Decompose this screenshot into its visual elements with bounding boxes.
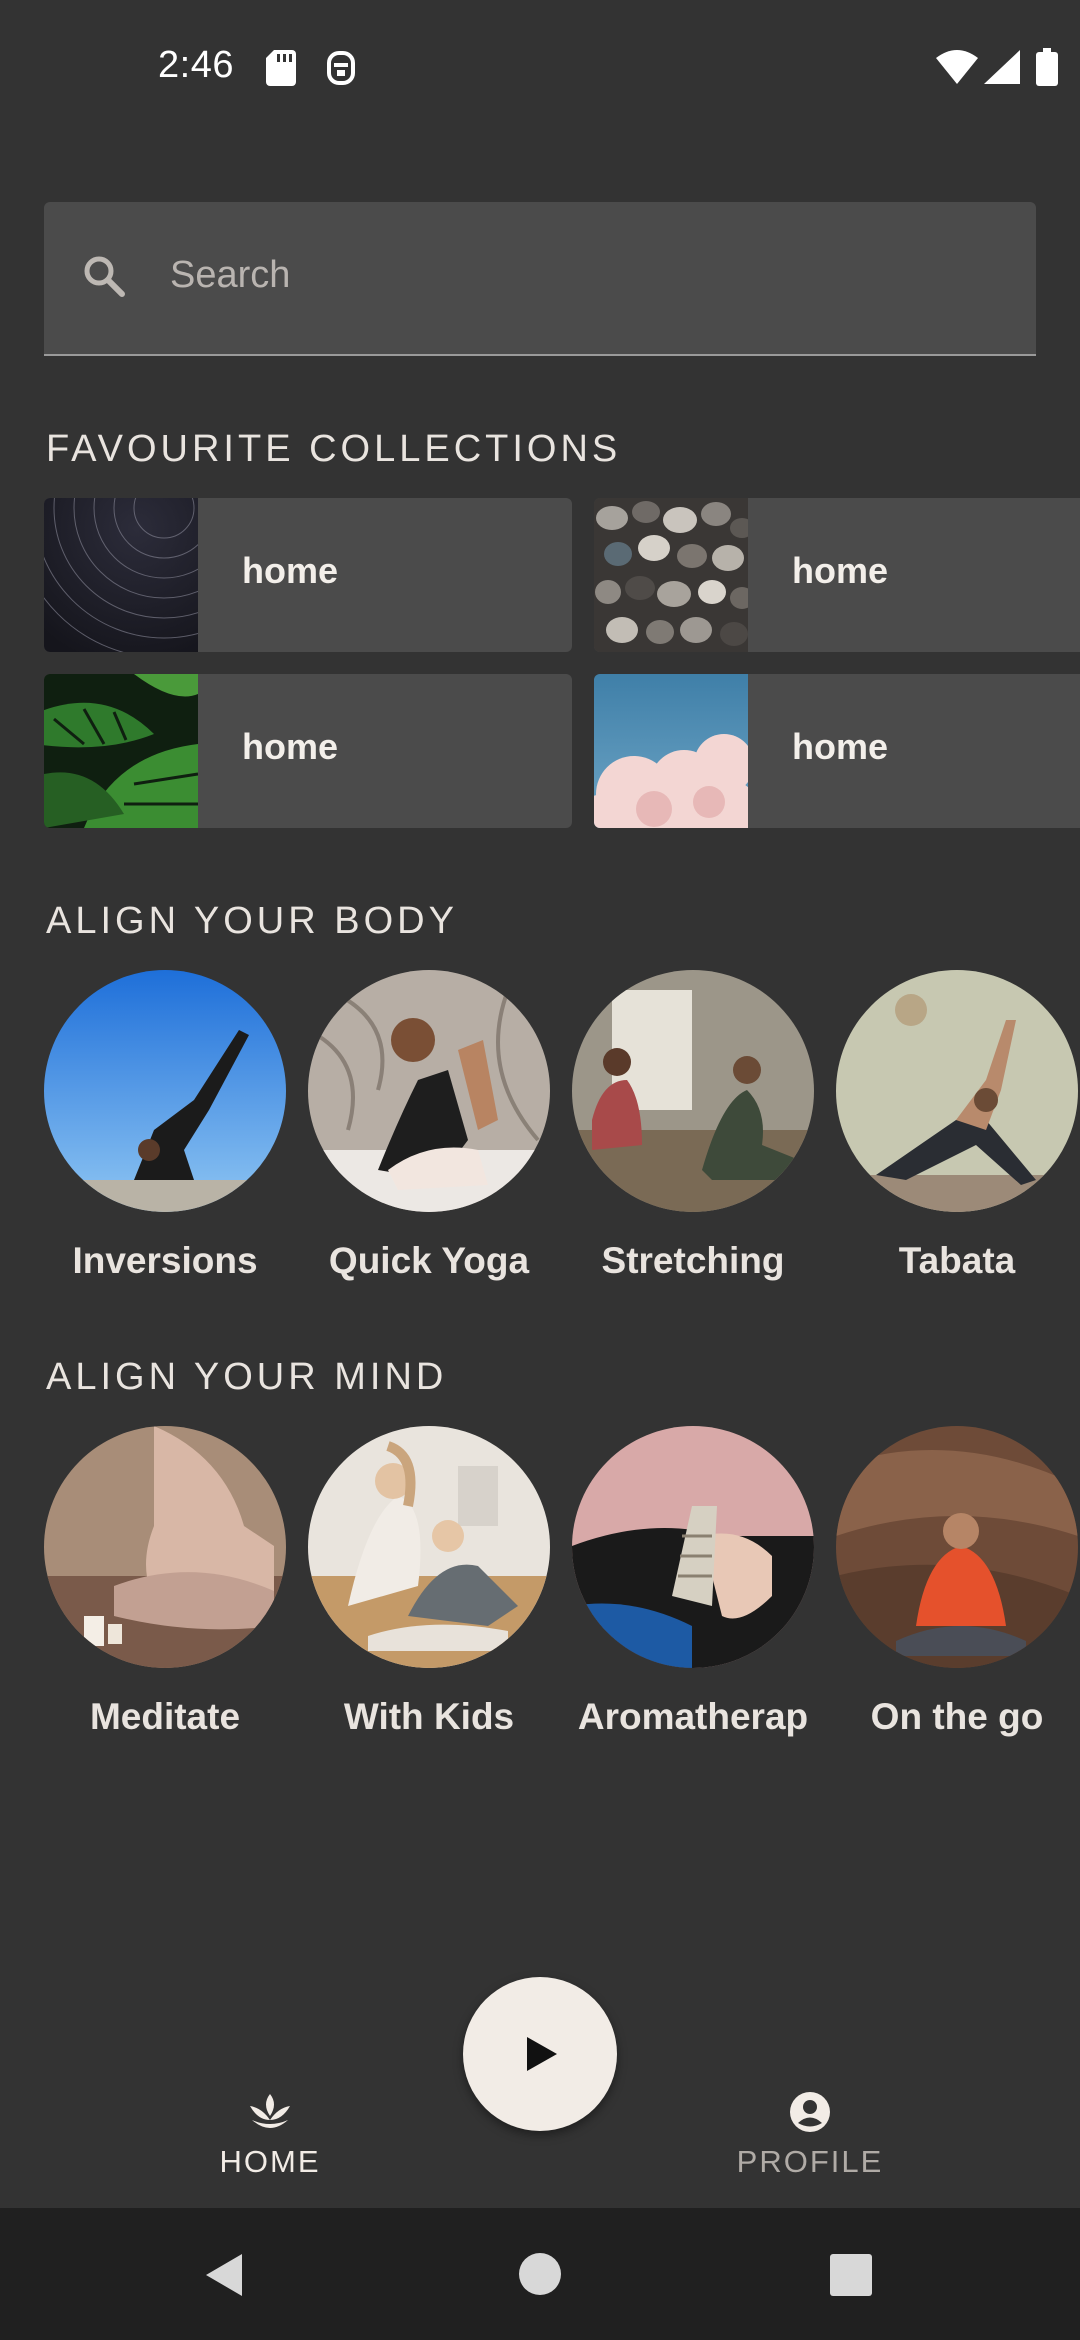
stretching-label: Stretching: [601, 1240, 785, 1281]
status-bar: 2:46: [0, 0, 1080, 140]
inversions-image: [44, 970, 286, 1212]
recent-apps-icon[interactable]: [830, 2254, 872, 2296]
mind-item-with-kids[interactable]: With Kids: [308, 1426, 550, 1738]
quick-yoga-label: Quick Yoga: [328, 1240, 530, 1281]
tabata-label: Tabata: [898, 1240, 1016, 1281]
star-trails-image: [44, 498, 198, 652]
monstera-leaves-image: [44, 674, 198, 828]
search-input[interactable]: Search: [44, 202, 1036, 356]
favourite-collection-card[interactable]: home: [44, 498, 572, 652]
favourite-collection-card[interactable]: home: [594, 674, 1080, 828]
pebbles-image: [594, 498, 748, 652]
favourite-label: home: [792, 550, 889, 591]
favourites-title: FAVOURITE COLLECTIONS: [46, 428, 622, 470]
battery-icon: [1036, 48, 1058, 86]
play-icon: [527, 2037, 557, 2071]
system-navigation-bar: [0, 2208, 1080, 2340]
nav-home[interactable]: HOME: [140, 2090, 400, 2180]
on-the-go-label: On the go: [870, 1696, 1044, 1737]
search-placeholder: Search: [170, 254, 291, 296]
align-body-title: ALIGN YOUR BODY: [46, 900, 458, 942]
quick-yoga-image: [308, 970, 550, 1212]
status-time: 2:46: [158, 44, 234, 86]
on-the-go-image: [836, 1426, 1078, 1668]
stretching-image: [572, 970, 814, 1212]
favourite-label: home: [242, 726, 339, 767]
align-mind-title: ALIGN YOUR MIND: [46, 1356, 448, 1398]
body-item-inversions[interactable]: Inversions: [44, 970, 286, 1282]
account-circle-icon: [790, 2092, 830, 2132]
back-icon[interactable]: [202, 2252, 246, 2298]
with-kids-image: [308, 1426, 550, 1668]
favourite-label: home: [242, 550, 339, 591]
home-circle-icon[interactable]: [518, 2252, 562, 2296]
mind-item-meditate[interactable]: Meditate: [44, 1426, 286, 1738]
wifi-icon: [936, 50, 978, 84]
nav-profile-label: PROFILE: [736, 2144, 884, 2179]
aromatherapy-image: [572, 1426, 814, 1668]
search-icon: [84, 256, 125, 297]
mind-item-on-the-go[interactable]: On the go: [836, 1426, 1078, 1738]
body-item-quick-yoga[interactable]: Quick Yoga: [308, 970, 550, 1282]
with-kids-label: With Kids: [343, 1696, 515, 1737]
lotus-icon: [250, 2094, 290, 2128]
sd-card-icon: [266, 50, 296, 86]
app-screen: 2:46 Search FAVOURITE COLLECTIONS home h…: [0, 0, 1080, 2340]
favourite-label: home: [792, 726, 889, 767]
body-item-tabata[interactable]: Tabata: [836, 970, 1078, 1282]
play-button[interactable]: [463, 1977, 617, 2131]
favourite-collection-card[interactable]: home: [44, 674, 572, 828]
mind-item-aromatherapy[interactable]: Aromatherap: [572, 1426, 814, 1738]
favourite-collection-card[interactable]: home: [594, 498, 1080, 652]
nav-home-label: HOME: [219, 2144, 321, 2179]
tabata-image: [836, 970, 1078, 1212]
body-item-stretching[interactable]: Stretching: [572, 970, 814, 1282]
clouds-image: [594, 674, 748, 828]
cellular-signal-icon: [984, 50, 1020, 84]
nav-profile[interactable]: PROFILE: [680, 2090, 940, 2180]
meditate-image: [44, 1426, 286, 1668]
device-icon: [327, 51, 355, 85]
meditate-label: Meditate: [89, 1696, 241, 1737]
inversions-label: Inversions: [72, 1240, 258, 1281]
aromatherapy-label: Aromatherap: [577, 1696, 809, 1737]
